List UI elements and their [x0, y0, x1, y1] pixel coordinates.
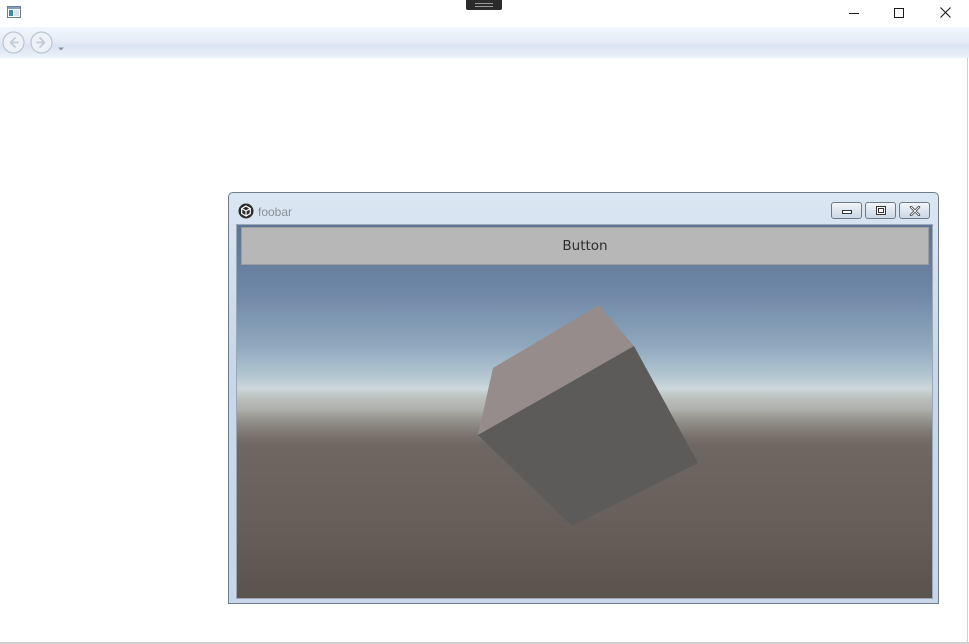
minimize-button[interactable]	[831, 0, 877, 25]
viewport-button[interactable]: Button	[241, 227, 929, 265]
close-icon	[939, 7, 951, 18]
cube	[478, 305, 698, 526]
inner-restore-button[interactable]	[865, 202, 896, 219]
inner-close-button[interactable]	[899, 202, 930, 219]
minimize-icon	[849, 12, 859, 14]
app-window-icon	[7, 5, 21, 18]
navigation-bar	[0, 27, 969, 58]
maximize-icon	[894, 7, 904, 18]
chevron-down-icon	[58, 47, 64, 51]
unity-icon	[238, 203, 254, 219]
back-arrow-icon	[2, 31, 25, 54]
inner-window-title: foobar	[258, 205, 293, 219]
inner-window[interactable]: foobar Button	[228, 192, 939, 604]
forward-button[interactable]	[30, 31, 53, 54]
history-dropdown-button[interactable]	[57, 39, 65, 51]
restore-icon	[875, 206, 886, 215]
inner-minimize-button[interactable]	[831, 202, 862, 219]
app-window: foobar Button	[0, 0, 969, 644]
window-right-border	[967, 58, 968, 644]
close-icon	[909, 205, 920, 216]
game-viewport[interactable]: Button	[236, 224, 933, 599]
maximize-button[interactable]	[876, 0, 922, 25]
drag-handle-icon[interactable]	[466, 0, 502, 10]
forward-arrow-icon	[30, 31, 53, 54]
back-button[interactable]	[2, 31, 25, 54]
close-button[interactable]	[922, 0, 968, 25]
minimize-icon	[841, 209, 852, 214]
title-bar[interactable]	[0, 0, 969, 27]
